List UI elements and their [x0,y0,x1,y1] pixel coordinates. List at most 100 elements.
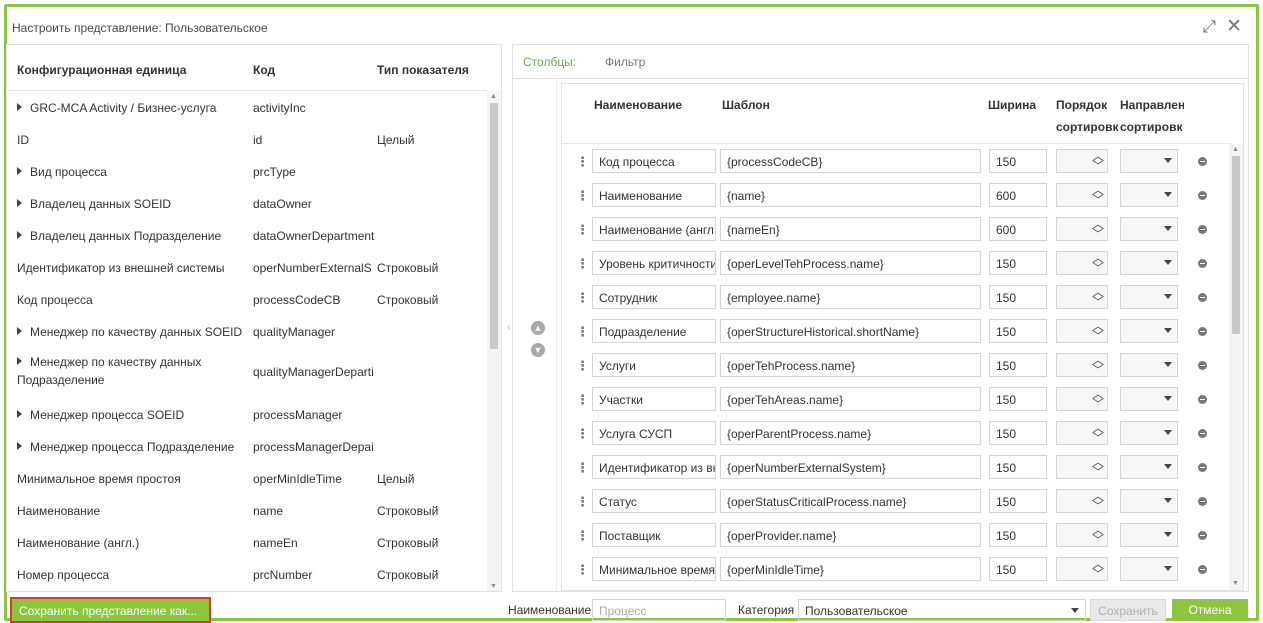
column-width-input[interactable]: 150 [989,489,1047,513]
remove-column-icon[interactable] [1198,395,1207,404]
sort-order-stepper[interactable]: ︿ ﹀ [1056,217,1108,241]
remove-column-icon[interactable] [1198,293,1207,302]
sort-order-stepper[interactable]: ︿ ﹀ [1056,489,1108,513]
header-config-unit[interactable]: Конфигурационная единица [17,63,186,77]
splitter-handle-icon[interactable]: ‹ [507,322,510,333]
chevron-down-icon[interactable] [1164,294,1172,299]
sort-order-stepper[interactable]: ︿ ﹀ [1056,149,1108,173]
column-name-input[interactable]: Минимальное время [592,557,716,581]
expand-arrow-icon[interactable] [17,103,22,111]
drag-handle-icon[interactable]: ⋮ [576,358,589,374]
move-up-icon[interactable]: ▲ [531,321,545,335]
scroll-down-icon[interactable]: ▼ [1232,580,1239,588]
expand-arrow-icon[interactable] [17,327,22,335]
drag-handle-icon[interactable]: ⋮ [576,460,589,476]
view-name-input[interactable]: Процесс [592,599,726,621]
list-item[interactable]: ID id Целый [7,123,487,155]
column-template-input[interactable]: {operParentProcess.name} [720,421,981,445]
scroll-up-icon[interactable]: ▲ [490,93,497,101]
remove-column-icon[interactable] [1198,531,1207,540]
category-select[interactable]: Пользовательское [798,599,1086,621]
drag-handle-icon[interactable]: ⋮ [576,188,589,204]
chevron-down-icon[interactable] [1164,226,1172,231]
sort-order-stepper[interactable]: ︿ ﹀ [1056,455,1108,479]
remove-column-icon[interactable] [1198,191,1207,200]
drag-handle-icon[interactable]: ⋮ [576,528,589,544]
save-view-as-button[interactable]: Сохранить представление как... [10,597,211,623]
drag-handle-icon[interactable]: ⋮ [576,222,589,238]
column-template-input[interactable]: {operTehAreas.name} [720,387,981,411]
columns-grid-scrollbar[interactable]: ▲ ▼ [1229,144,1243,590]
expand-arrow-icon[interactable] [17,167,22,175]
list-item[interactable]: Менеджер по качеству данных SOEID quality… [7,315,487,347]
column-template-input[interactable]: {nameEn} [720,217,981,241]
list-item[interactable]: Владелец данных SOEID dataOwner [7,187,487,219]
sort-direction-select[interactable] [1120,353,1178,377]
list-item[interactable]: Наименование (англ.) nameEn Строковый [7,526,487,558]
chevron-down-icon[interactable] [1164,430,1172,435]
stepper-arrows-icon[interactable]: ︿ ﹀ [1092,184,1104,206]
remove-column-icon[interactable] [1198,565,1207,574]
drag-handle-icon[interactable]: ⋮ [576,494,589,510]
list-item[interactable]: Наименование name Строковый [7,494,487,526]
column-template-input[interactable]: {operStatusCriticalProcess.name} [720,489,981,513]
header-sort-order[interactable]: Порядок [1056,98,1114,112]
column-name-input[interactable]: Подразделение [592,319,716,343]
drag-handle-icon[interactable]: ⋮ [576,562,589,578]
column-width-input[interactable]: 600 [989,217,1047,241]
sort-direction-select[interactable] [1120,455,1178,479]
save-button[interactable]: Сохранить [1090,599,1166,621]
sort-direction-select[interactable] [1120,421,1178,445]
sort-order-stepper[interactable]: ︿ ﹀ [1056,319,1108,343]
chevron-down-icon[interactable] [1164,566,1172,571]
column-width-input[interactable]: 150 [989,387,1047,411]
remove-column-icon[interactable] [1198,225,1207,234]
sort-direction-select[interactable] [1120,251,1178,275]
column-template-input[interactable]: {operStructureHistorical.shortName} [720,319,981,343]
column-template-input[interactable]: {operTehProcess.name} [720,353,981,377]
expand-arrow-icon[interactable] [17,442,22,450]
sort-direction-select[interactable] [1120,319,1178,343]
chevron-down-icon[interactable] [1164,498,1172,503]
sort-direction-select[interactable] [1120,183,1178,207]
stepper-arrows-icon[interactable]: ︿ ﹀ [1092,456,1104,478]
list-item[interactable]: Менеджер процесса SOEID processManager [7,398,487,430]
drag-handle-icon[interactable]: ⋮ [576,256,589,272]
drag-handle-icon[interactable]: ⋮ [576,154,589,170]
tab-filter[interactable]: Фильтр [605,55,645,69]
scroll-up-icon[interactable]: ▲ [1232,146,1239,154]
drag-handle-icon[interactable]: ⋮ [576,290,589,306]
sort-direction-select[interactable] [1120,523,1178,547]
list-item[interactable]: Номер процесса prcNumber Строковый [7,558,487,590]
stepper-arrows-icon[interactable]: ︿ ﹀ [1092,320,1104,342]
chevron-down-icon[interactable] [1164,464,1172,469]
column-name-input[interactable]: Поставщик [592,523,716,547]
column-name-input[interactable]: Уровень критичности [592,251,716,275]
column-width-input[interactable]: 150 [989,523,1047,547]
column-width-input[interactable]: 150 [989,285,1047,309]
move-down-icon[interactable]: ▼ [531,343,545,357]
chevron-down-icon[interactable] [1164,362,1172,367]
column-name-input[interactable]: Статус [592,489,716,513]
header-indicator-type[interactable]: Тип показателя [377,63,469,77]
stepper-arrows-icon[interactable]: ︿ ﹀ [1092,354,1104,376]
remove-column-icon[interactable] [1198,361,1207,370]
header-sort-direction[interactable]: Направлен [1120,98,1184,112]
drag-handle-icon[interactable]: ⋮ [576,392,589,408]
list-item[interactable]: Владелец данных Подразделение dataOwnerDe… [7,219,487,251]
stepper-arrows-icon[interactable]: ︿ ﹀ [1092,252,1104,274]
drag-handle-icon[interactable]: ⋮ [576,324,589,340]
scrollbar-thumb[interactable] [1232,156,1240,334]
remove-column-icon[interactable] [1198,497,1207,506]
tab-columns[interactable]: Столбцы: [523,55,576,69]
stepper-arrows-icon[interactable]: ︿ ﹀ [1092,490,1104,512]
column-width-input[interactable]: 150 [989,149,1047,173]
close-icon[interactable]: ✕ [1226,17,1242,37]
column-width-input[interactable]: 150 [989,353,1047,377]
sort-direction-select[interactable] [1120,489,1178,513]
expand-arrow-icon[interactable] [17,199,22,207]
column-name-input[interactable]: Наименование (англ. [592,217,716,241]
stepper-arrows-icon[interactable]: ︿ ﹀ [1092,150,1104,172]
header-template[interactable]: Шаблон [722,98,770,112]
sort-order-stepper[interactable]: ︿ ﹀ [1056,523,1108,547]
